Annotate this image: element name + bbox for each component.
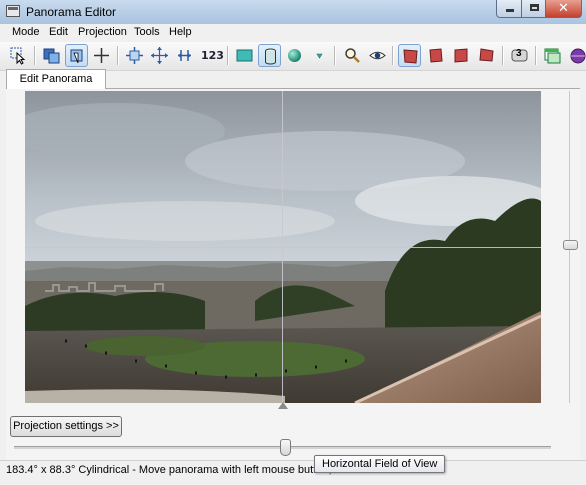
toolbar-separator — [334, 46, 336, 65]
preview-eye-icon — [369, 51, 386, 60]
toolbar-separator — [535, 46, 537, 65]
cylindrical-button[interactable] — [258, 44, 281, 67]
sphere-view-icon — [570, 48, 586, 64]
window-title: Panorama Editor — [26, 5, 117, 19]
center-button[interactable] — [123, 44, 146, 67]
title-bar: Panorama Editor ✕ — [0, 0, 586, 24]
menu-help[interactable]: Help — [169, 26, 192, 38]
minimize-button[interactable] — [496, 0, 522, 18]
arrow-down-icon — [316, 53, 323, 59]
crop-images-button[interactable] — [65, 44, 88, 67]
status-bar: 183.4° x 88.3° Cylindrical - Move panora… — [0, 460, 586, 485]
close-button[interactable]: ✕ — [545, 0, 582, 18]
select-pointer-button[interactable] — [7, 44, 30, 67]
straighten-icon — [178, 50, 191, 61]
menu-bar: Mode Edit Projection Tools Help — [0, 24, 586, 42]
app-icon — [6, 5, 20, 17]
sphere-view-button[interactable] — [566, 44, 586, 67]
tab-edit-panorama[interactable]: Edit Panorama — [6, 69, 106, 89]
menu-mode[interactable]: Mode — [12, 26, 40, 38]
toolbar-separator — [502, 46, 504, 65]
image-2-icon — [429, 48, 443, 63]
status-text: 183.4° x 88.3° Cylindrical - Move panora… — [6, 464, 357, 476]
horizontal-guide-line — [25, 247, 541, 248]
rectilinear-button[interactable] — [233, 44, 256, 67]
maximize-button[interactable] — [521, 0, 546, 18]
toolbar: 123 3 — [0, 42, 586, 71]
toolbar-separator — [34, 46, 36, 65]
center-icon — [126, 47, 143, 64]
straighten-button[interactable] — [173, 44, 196, 67]
fit-button[interactable] — [148, 44, 171, 67]
fit-icon — [151, 47, 168, 64]
center-marker-icon[interactable] — [278, 402, 288, 409]
badge-count: 3 — [516, 48, 522, 59]
zoom-button[interactable] — [341, 44, 364, 67]
projection-dropdown-button[interactable] — [308, 44, 331, 67]
image-1-toggle[interactable] — [398, 44, 421, 67]
menu-edit[interactable]: Edit — [49, 26, 68, 38]
image-2-toggle[interactable] — [424, 44, 447, 67]
image-count-badge[interactable]: 3 — [508, 44, 531, 67]
tooltip: Horizontal Field of View — [314, 455, 446, 473]
toolbar-separator — [117, 46, 119, 65]
image-4-icon — [479, 48, 494, 62]
zoom-icon — [345, 48, 360, 63]
preview-button[interactable] — [366, 44, 389, 67]
show-window-button[interactable] — [541, 44, 564, 67]
overlap-images-button[interactable] — [40, 44, 63, 67]
cylindrical-icon — [265, 48, 276, 65]
toolbar-separator — [392, 46, 394, 65]
image-1-icon — [403, 49, 418, 64]
numbers-button[interactable]: 123 — [201, 49, 224, 62]
sphere-button[interactable] — [283, 44, 306, 67]
select-pointer-icon — [10, 47, 26, 65]
crosshair-button[interactable] — [90, 44, 113, 67]
image-3-icon — [454, 48, 468, 63]
menu-tools[interactable]: Tools — [134, 26, 160, 38]
rectilinear-icon — [236, 49, 253, 62]
crosshair-icon — [94, 48, 109, 63]
vertical-fov-slider-thumb[interactable] — [563, 240, 578, 250]
projection-settings-button[interactable]: Projection settings >> — [10, 416, 122, 437]
equirectangular-sphere-icon — [288, 49, 301, 62]
panorama-editor-window: Panorama Editor ✕ Mode Edit Projection T… — [0, 0, 586, 485]
horizontal-fov-slider-thumb[interactable] — [280, 439, 291, 456]
close-icon: ✕ — [558, 1, 569, 16]
image-4-toggle[interactable] — [475, 44, 498, 67]
menu-projection[interactable]: Projection — [78, 26, 127, 38]
overlap-images-icon — [43, 48, 60, 64]
minimize-icon — [506, 9, 514, 12]
crop-images-icon — [70, 49, 83, 64]
maximize-icon — [530, 4, 539, 11]
toolbar-separator — [227, 46, 229, 65]
show-window-icon — [544, 48, 561, 64]
image-3-toggle[interactable] — [450, 44, 473, 67]
